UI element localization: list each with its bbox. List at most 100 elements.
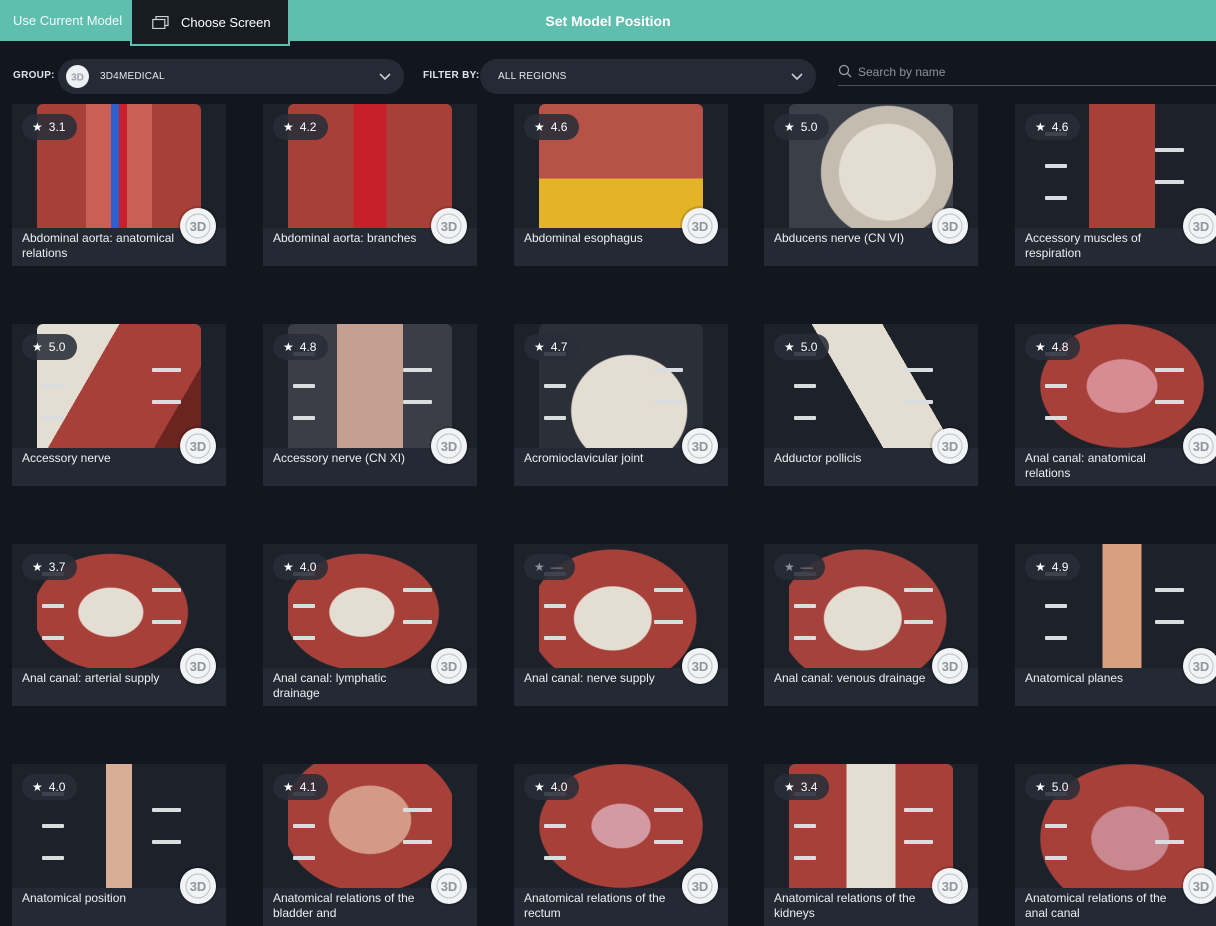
- annotation-label-line: [544, 636, 566, 640]
- annotation-label-line: [293, 604, 315, 608]
- rating-value: —: [800, 560, 813, 574]
- choose-screen-tab[interactable]: Choose Screen: [130, 0, 290, 46]
- model-card[interactable]: ★ — Anal canal: venous drainage 3D: [764, 544, 978, 706]
- 3d-badge-icon[interactable]: 3D: [1183, 208, 1216, 244]
- 3d-badge-icon[interactable]: 3D: [180, 648, 216, 684]
- model-card[interactable]: ★ 5.0 Anatomical relations of the anal can…: [1015, 764, 1216, 926]
- annotation-label-line: [152, 588, 181, 592]
- model-title: Accessory nerve: [22, 451, 111, 465]
- star-icon: ★: [32, 120, 43, 134]
- model-card[interactable]: ★ 4.1 Anatomical relations of the bladder …: [263, 764, 477, 926]
- svg-text:3D: 3D: [441, 219, 458, 234]
- annotation-label-line: [1155, 180, 1184, 184]
- svg-text:3D: 3D: [942, 879, 959, 894]
- group-value: 3D4MEDICAL: [100, 71, 165, 82]
- region-filter-dropdown[interactable]: ALL REGIONS: [480, 59, 816, 94]
- model-title: Abdominal esophagus: [524, 231, 643, 245]
- model-title: Anatomical relations of the anal canal: [1025, 891, 1167, 920]
- model-title: Abdominal aorta: anatomical relations: [22, 231, 175, 260]
- 3d-badge-icon[interactable]: 3D: [932, 428, 968, 464]
- annotation-label-line: [152, 400, 181, 404]
- star-icon: ★: [784, 780, 795, 794]
- annotation-label-line: [403, 588, 432, 592]
- 3d-badge-icon[interactable]: 3D: [180, 868, 216, 904]
- annotation-label-line: [293, 824, 315, 828]
- model-card[interactable]: ★ 5.0 Abducens nerve (CN VI) 3D: [764, 104, 978, 266]
- svg-text:3D: 3D: [942, 219, 959, 234]
- star-icon: ★: [534, 780, 545, 794]
- rating-value: 4.2: [299, 120, 317, 134]
- 3d-badge-icon[interactable]: 3D: [180, 208, 216, 244]
- model-title: Accessory muscles of respiration: [1025, 231, 1142, 260]
- model-card[interactable]: ★ 3.1 Abdominal aorta: anatomical relation…: [12, 104, 226, 266]
- 3d-badge-icon[interactable]: 3D: [932, 208, 968, 244]
- model-title: Anatomical planes: [1025, 671, 1124, 685]
- 3d-badge-icon[interactable]: 3D: [431, 648, 467, 684]
- svg-text:3D: 3D: [441, 439, 458, 454]
- rating-value: 4.8: [299, 340, 317, 354]
- annotation-label-line: [794, 416, 816, 420]
- 3d-badge-icon[interactable]: 3D: [932, 648, 968, 684]
- svg-text:3D: 3D: [1193, 439, 1210, 454]
- annotation-label-line: [794, 824, 816, 828]
- 3d-badge-icon[interactable]: 3D: [180, 428, 216, 464]
- 3d-badge-icon[interactable]: 3D: [682, 428, 718, 464]
- svg-text:3D: 3D: [692, 879, 709, 894]
- annotation-label-line: [152, 620, 181, 624]
- model-card[interactable]: ★ 4.0 Anatomical position 3D: [12, 764, 226, 926]
- 3d-badge-icon[interactable]: 3D: [1183, 428, 1216, 464]
- 3d-badge-icon[interactable]: 3D: [1183, 868, 1216, 904]
- svg-text:3D: 3D: [942, 659, 959, 674]
- star-icon: ★: [283, 120, 294, 134]
- group-dropdown[interactable]: 3D 3D4MEDICAL: [58, 59, 404, 94]
- model-card[interactable]: ★ 4.7 Acromioclavicular joint 3D: [514, 324, 728, 486]
- rating-value: 5.0: [800, 120, 818, 134]
- annotation-label-line: [794, 604, 816, 608]
- rating-badge: ★ 4.1: [273, 774, 329, 800]
- model-card[interactable]: ★ 5.0 Adductor pollicis 3D: [764, 324, 978, 486]
- model-card[interactable]: ★ 3.4 Anatomical relations of the kidneys 3…: [764, 764, 978, 926]
- svg-text:3D: 3D: [1193, 219, 1210, 234]
- model-card[interactable]: ★ 4.6 Abdominal esophagus 3D: [514, 104, 728, 266]
- 3d-badge-icon[interactable]: 3D: [431, 428, 467, 464]
- rating-value: 5.0: [1051, 780, 1069, 794]
- model-card[interactable]: ★ 5.0 Accessory nerve 3D: [12, 324, 226, 486]
- model-card[interactable]: ★ 4.0 Anal canal: lymphatic drainage 3D: [263, 544, 477, 706]
- model-card[interactable]: ★ 4.9 Anatomical planes 3D: [1015, 544, 1216, 706]
- rating-badge: ★ 4.8: [273, 334, 329, 360]
- 3d-badge-icon[interactable]: 3D: [682, 648, 718, 684]
- rating-badge: ★ 5.0: [774, 114, 830, 140]
- 3d-badge-icon[interactable]: 3D: [431, 208, 467, 244]
- 3d-badge-icon[interactable]: 3D: [932, 868, 968, 904]
- annotation-label-line: [293, 636, 315, 640]
- model-card[interactable]: ★ — Anal canal: nerve supply 3D: [514, 544, 728, 706]
- model-title: Anal canal: arterial supply: [22, 671, 160, 685]
- annotation-label-line: [794, 384, 816, 388]
- star-icon: ★: [534, 120, 545, 134]
- star-icon: ★: [784, 560, 795, 574]
- rating-badge: ★ 4.0: [524, 774, 580, 800]
- 3d-badge-icon[interactable]: 3D: [682, 868, 718, 904]
- svg-text:3D: 3D: [190, 439, 207, 454]
- annotation-label-line: [1155, 368, 1184, 372]
- annotation-label-line: [403, 808, 432, 812]
- 3d-badge-icon[interactable]: 3D: [682, 208, 718, 244]
- search-input[interactable]: [858, 62, 1208, 82]
- annotation-label-line: [904, 400, 933, 404]
- 3d-badge-icon[interactable]: 3D: [431, 868, 467, 904]
- annotation-label-line: [152, 808, 181, 812]
- filter-label: FILTER BY:: [423, 70, 480, 81]
- model-card[interactable]: ★ 4.8 Anal canal: anatomical relations 3D: [1015, 324, 1216, 486]
- 3d-badge-icon[interactable]: 3D: [1183, 648, 1216, 684]
- model-card[interactable]: ★ 4.8 Accessory nerve (CN XI) 3D: [263, 324, 477, 486]
- use-current-model-tab[interactable]: Use Current Model: [0, 0, 130, 41]
- chevron-down-icon: [790, 69, 804, 83]
- model-card[interactable]: ★ 4.2 Abdominal aorta: branches 3D: [263, 104, 477, 266]
- model-card[interactable]: ★ 3.7 Anal canal: arterial supply 3D: [12, 544, 226, 706]
- rating-value: 4.8: [1051, 340, 1069, 354]
- model-card[interactable]: ★ 4.6 Accessory muscles of respiration 3D: [1015, 104, 1216, 266]
- model-title: Anatomical relations of the kidneys: [774, 891, 916, 920]
- rating-badge: ★ 4.6: [524, 114, 580, 140]
- model-card[interactable]: ★ 4.0 Anatomical relations of the rectum 3D: [514, 764, 728, 926]
- star-icon: ★: [283, 560, 294, 574]
